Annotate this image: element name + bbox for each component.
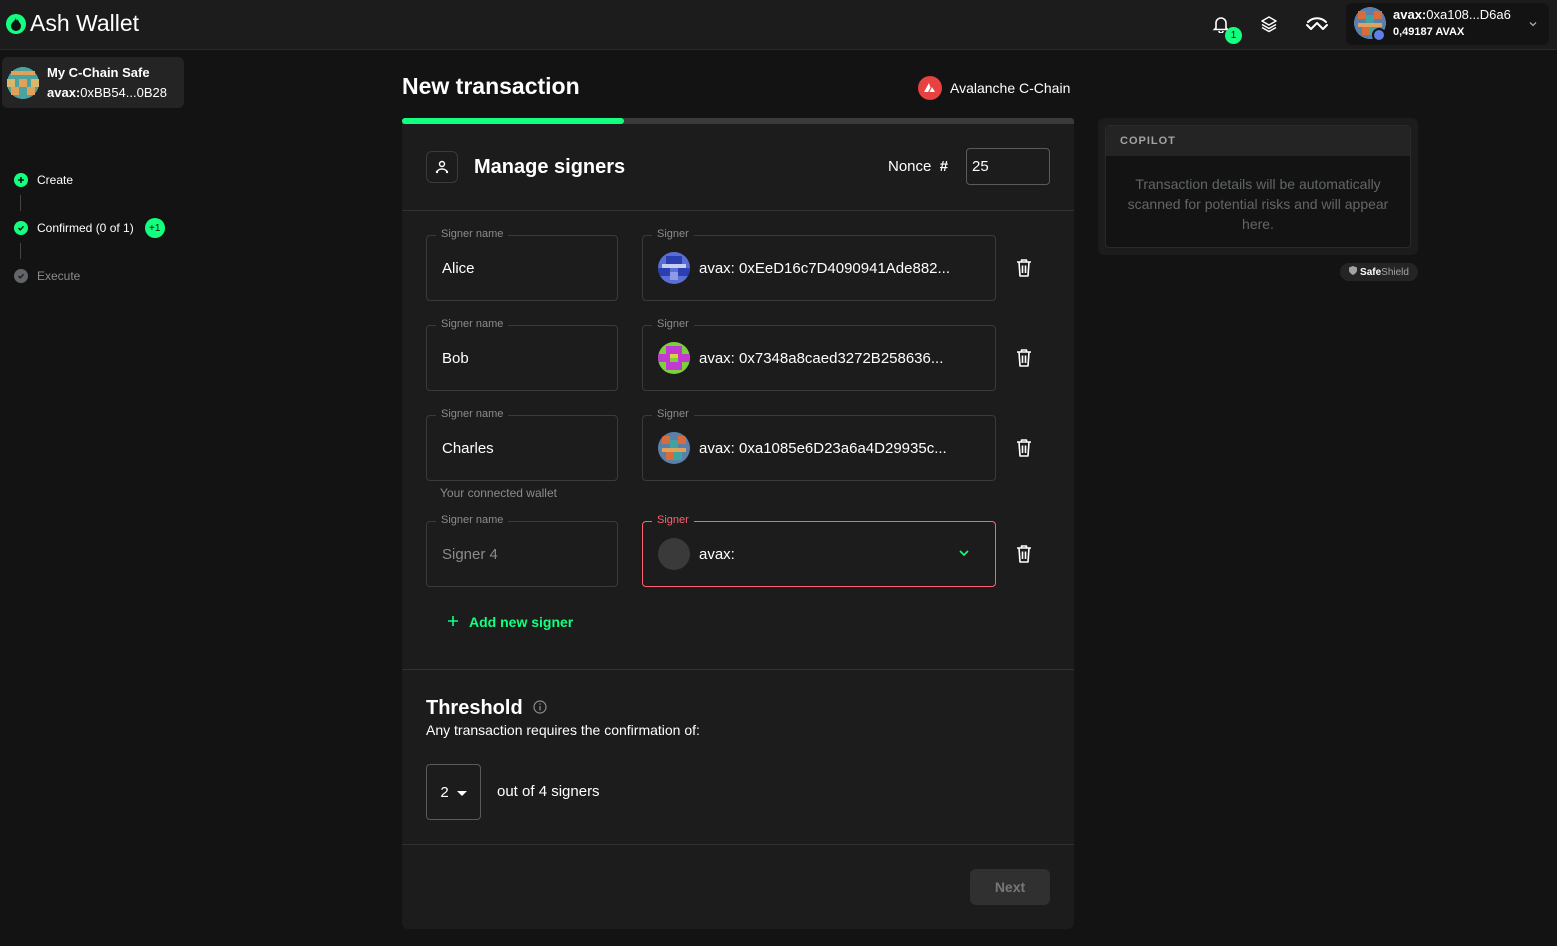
notification-count-badge: 1 [1225, 27, 1242, 44]
signer-name-field[interactable]: Signer name Charles [426, 408, 618, 481]
signer-avatar [658, 342, 690, 374]
app-name: Ash Wallet [30, 10, 140, 36]
transaction-panel: Manage signers Nonce # Signer name Alice… [402, 124, 1074, 929]
safe-shield-badge: SafeShield [1340, 263, 1418, 281]
divider [402, 844, 1074, 845]
chevron-down-icon [957, 546, 971, 565]
section-title: Manage signers [474, 156, 626, 178]
trash-icon[interactable] [1012, 542, 1036, 566]
next-button[interactable]: Next [970, 869, 1050, 905]
info-icon[interactable] [533, 697, 547, 720]
step-create: Create [14, 173, 73, 187]
chevron-down-icon [1528, 16, 1538, 34]
empty-avatar [658, 538, 690, 570]
trash-icon[interactable] [1012, 436, 1036, 460]
caret-down-icon [456, 784, 467, 801]
threshold-select[interactable]: 2 [426, 764, 481, 820]
account-menu-button[interactable]: avax:0xa108...D6a6 0,49187 AVAX [1346, 3, 1549, 45]
confirmation-badge: +1 [144, 218, 165, 238]
signer-address-field[interactable]: Signer avax: 0xEeD16c7D4090941Ade882... [642, 228, 996, 301]
copilot-panel: COPILOT Transaction details will be auto… [1098, 118, 1418, 255]
copilot-card: COPILOT Transaction details will be auto… [1105, 125, 1411, 248]
signer-address: avax: 0x7348a8caed3272B258636... [699, 350, 944, 367]
safe-name: My C-Chain Safe [47, 65, 150, 80]
divider [402, 210, 1074, 211]
manage-signers-icon [426, 151, 458, 183]
signer-avatar [658, 252, 690, 284]
network-badge-icon [1372, 28, 1386, 42]
layers-icon[interactable] [1257, 12, 1281, 36]
check-circle-icon [14, 221, 28, 235]
flame-logo-icon [6, 13, 26, 34]
nonce-input[interactable] [966, 148, 1050, 185]
signer-name-field[interactable]: Signer name Bob [426, 318, 618, 391]
add-signer-button[interactable]: Add new signer [447, 614, 573, 630]
trash-icon[interactable] [1012, 346, 1036, 370]
account-balance: 0,49187 AVAX [1393, 26, 1465, 38]
signer-address: avax: [699, 546, 735, 563]
chain-name: Avalanche C-Chain [950, 80, 1071, 96]
app-logo[interactable]: Ash Wallet [6, 10, 139, 37]
step-label: Confirmed (0 of 1) [37, 221, 134, 235]
step-label: Create [37, 173, 74, 187]
check-circle-icon [14, 269, 28, 283]
signer-address: avax: 0xEeD16c7D4090941Ade882... [699, 260, 951, 277]
nonce-label: Nonce # [888, 158, 949, 175]
step-connector [20, 195, 21, 211]
shield-icon [1349, 266, 1358, 278]
step-connector [20, 243, 21, 259]
page-title: New transaction [402, 73, 580, 99]
step-confirmed: Confirmed (0 of 1) +1 [14, 218, 165, 238]
signer-name-field[interactable]: Signer name Alice [426, 228, 618, 301]
safe-card[interactable]: My C-Chain Safe avax:0xBB54...0B28 [2, 57, 184, 108]
threshold-title: Threshold [426, 697, 547, 720]
avalanche-logo-icon [918, 76, 942, 100]
connected-wallet-helper: Your connected wallet [440, 486, 557, 500]
signer-address-select[interactable]: Signer avax: [642, 514, 996, 587]
trash-icon[interactable] [1012, 256, 1036, 280]
step-label: Execute [37, 269, 81, 283]
step-execute: Execute [14, 269, 80, 283]
signer-name-field[interactable]: Signer name Signer 4 [426, 514, 618, 587]
account-address: avax:0xa108...D6a6 [1393, 7, 1511, 22]
signer-address: avax: 0xa1085e6D23a6a4D29935c... [699, 440, 947, 457]
signer-address-field[interactable]: Signer avax: 0xa1085e6D23a6a4D29935c... [642, 408, 996, 481]
threshold-out-of: out of 4 signers [497, 783, 600, 800]
top-header: Ash Wallet 1 avax:0xa108...D6a6 0,49187 … [0, 0, 1557, 50]
safe-address: avax:0xBB54...0B28 [47, 85, 167, 100]
copilot-title: COPILOT [1106, 126, 1410, 156]
wallet-connect-icon[interactable] [1305, 12, 1329, 36]
signer-address-field[interactable]: Signer avax: 0x7348a8caed3272B258636... [642, 318, 996, 391]
threshold-description: Any transaction requires the confirmatio… [426, 722, 700, 738]
divider [402, 669, 1074, 670]
signer-avatar [658, 432, 690, 464]
plus-icon [447, 614, 459, 630]
safe-avatar [7, 67, 39, 99]
plus-circle-icon [14, 173, 28, 187]
chain-indicator: Avalanche C-Chain [918, 76, 1070, 100]
copilot-text: Transaction details will be automaticall… [1127, 176, 1389, 232]
